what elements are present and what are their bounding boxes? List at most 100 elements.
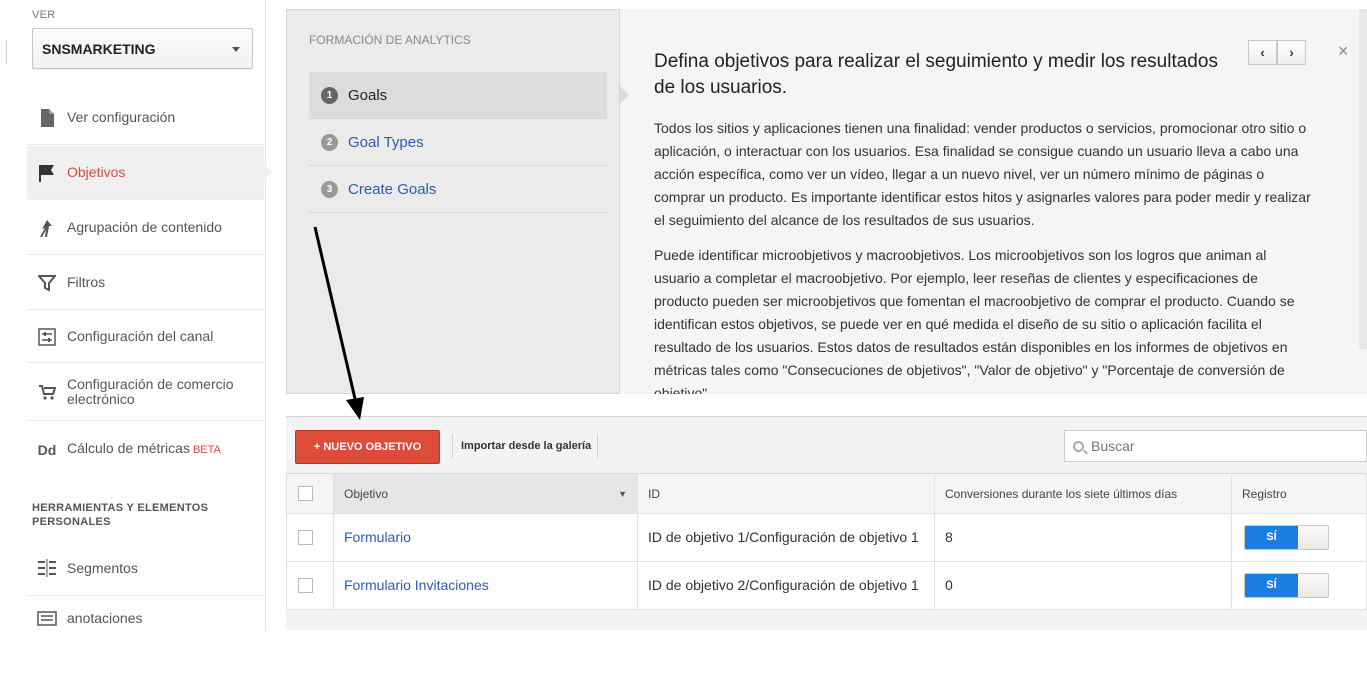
next-button[interactable]: › [1277, 40, 1306, 65]
training-paragraph: Todos los sitios y aplicaciones tienen u… [654, 120, 1311, 228]
divider [597, 434, 598, 458]
step-label: Goals [348, 86, 388, 104]
table-row: Formulario Invitaciones ID de objetivo 2… [286, 561, 1367, 610]
column-header-id[interactable]: ID [637, 473, 935, 514]
toggle-off-area [1298, 574, 1328, 597]
person-walking-icon [27, 219, 67, 237]
nav-item-ecommerce-settings[interactable]: Configuración de comercio electrónico [27, 364, 264, 421]
nav-item-label: Agrupación de contenido [67, 219, 222, 235]
document-icon [27, 108, 67, 127]
dd-icon: Dd [27, 442, 67, 458]
table-header-row: Objetivo ▼ ID Conversiones durante los s… [286, 473, 1367, 514]
analytics-training-panel: FORMACIÓN DE ANALYTICS 1 Goals 2 Goal Ty… [286, 9, 1367, 394]
annotation-icon [27, 611, 67, 627]
prev-button[interactable]: ‹ [1248, 40, 1277, 65]
chevron-down-icon [232, 47, 240, 52]
step-label: Goal Types [348, 133, 424, 151]
column-header-conversions[interactable]: Conversiones durante los siete últimos d… [934, 473, 1232, 514]
nav-item-calculated-metrics[interactable]: Dd Cálculo de métricas BETA [27, 422, 264, 477]
nav-item-label: Ver configuración [67, 109, 176, 125]
toggle-on-label: SÍ [1245, 574, 1298, 597]
nav-item-goals[interactable]: Objetivos [27, 146, 272, 200]
recording-toggle[interactable]: SÍ [1244, 525, 1329, 550]
nav-item-label-text: Cálculo de métricas [67, 440, 190, 456]
flag-icon [27, 164, 67, 182]
nav-item-content-grouping[interactable]: Agrupación de contenido [27, 201, 264, 255]
recording-toggle[interactable]: SÍ [1244, 573, 1329, 598]
import-gallery-link[interactable]: Importar desde la galería [461, 440, 591, 452]
column-header-label: Objetivo [344, 486, 389, 501]
training-title: FORMACIÓN DE ANALYTICS [309, 33, 471, 47]
training-pager: ‹ › [1248, 40, 1306, 65]
goals-section: + NUEVO OBJETIVO Importar desde la galer… [286, 416, 1367, 630]
select-all-cell [286, 473, 334, 514]
view-label: VER [32, 9, 56, 21]
row-select-cell [286, 561, 334, 610]
training-heading: Defina objetivos para realizar el seguim… [654, 51, 1218, 98]
view-selector[interactable]: SNSMARKETING [32, 28, 253, 69]
goal-recording-cell: SÍ [1231, 561, 1367, 610]
goal-conversions-cell: 8 [934, 513, 1232, 562]
goals-table: Objetivo ▼ ID Conversiones durante los s… [286, 473, 1367, 610]
beta-badge: BETA [192, 444, 221, 456]
training-content: Defina objetivos para realizar el seguim… [619, 9, 1367, 394]
nav-item-label: anotaciones [67, 610, 143, 626]
training-steps: 1 Goals 2 Goal Types 3 Create Goals [309, 72, 607, 213]
row-checkbox[interactable] [298, 578, 313, 593]
nav-item-filters[interactable]: Filtros [27, 256, 264, 310]
goal-name-cell: Formulario Invitaciones [333, 561, 638, 610]
goal-id-cell: ID de objetivo 2/Configuración de objeti… [637, 561, 935, 610]
nav-item-label: Segmentos [67, 559, 138, 576]
close-icon[interactable]: × [1338, 41, 1349, 62]
search-box [1064, 430, 1367, 462]
training-step-create-goals[interactable]: 3 Create Goals [309, 166, 607, 213]
step-number: 2 [321, 133, 338, 151]
column-header-objetivo[interactable]: Objetivo ▼ [333, 473, 638, 514]
nav-item-annotations[interactable]: anotaciones [27, 597, 264, 630]
toggle-on-label: SÍ [1245, 526, 1298, 549]
goal-id-cell: ID de objetivo 1/Configuración de objeti… [637, 513, 935, 562]
toggle-off-area [1298, 526, 1328, 549]
step-number: 3 [321, 180, 338, 198]
training-step-goals[interactable]: 1 Goals [309, 72, 607, 119]
cart-icon [27, 383, 67, 401]
row-select-cell [286, 513, 334, 562]
goal-name-link[interactable]: Formulario Invitaciones [344, 577, 489, 593]
nav-item-label: Cálculo de métricas BETA [67, 441, 221, 458]
nav-item-label: Filtros [67, 274, 106, 290]
nav-item-label: Objetivos [67, 164, 126, 180]
dd-icon-text: Dd [37, 441, 57, 458]
column-header-label: Registro [1242, 486, 1287, 501]
nav-item-label: Configuración de comercio electrónico [67, 376, 234, 407]
column-header-label: Conversiones durante los siete últimos d… [945, 486, 1178, 501]
step-label: Create Goals [348, 180, 437, 198]
divider [452, 434, 453, 458]
segments-icon [27, 559, 67, 577]
scrollbar[interactable] [1359, 9, 1367, 349]
search-icon [1073, 440, 1084, 452]
training-paragraph: Puede identificar microobjetivos y macro… [654, 247, 1295, 394]
filter-icon [27, 274, 67, 292]
nav-item-view-settings[interactable]: Ver configuración [27, 91, 264, 145]
section-heading: HERRAMIENTAS Y ELEMENTOS PERSONALES [32, 502, 209, 528]
goal-name-cell: Formulario [333, 513, 638, 562]
search-input[interactable] [1091, 438, 1341, 454]
table-row: Formulario ID de objetivo 1/Configuració… [286, 513, 1367, 562]
goal-conversions-cell: 0 [934, 561, 1232, 610]
nav-item-channel-settings[interactable]: Configuración del canal [27, 311, 264, 363]
goal-recording-cell: SÍ [1231, 513, 1367, 562]
new-goal-button[interactable]: + NUEVO OBJETIVO [295, 430, 440, 464]
select-all-checkbox[interactable] [298, 486, 313, 501]
training-body: Todos los sitios y aplicaciones tienen u… [654, 117, 1314, 394]
sidebar: VER SNSMARKETING Ver configuración Objet… [0, 0, 272, 630]
column-header-registro[interactable]: Registro [1231, 473, 1367, 514]
view-selector-value: SNSMARKETING [42, 41, 156, 57]
nav-item-segments[interactable]: Segmentos [27, 541, 264, 596]
step-number: 1 [321, 86, 338, 104]
channel-settings-icon [27, 327, 67, 346]
column-header-label: ID [648, 486, 660, 501]
row-checkbox[interactable] [298, 530, 313, 545]
goal-name-link[interactable]: Formulario [344, 529, 411, 545]
sort-arrow-icon: ▼ [618, 488, 627, 499]
training-step-goal-types[interactable]: 2 Goal Types [309, 119, 607, 166]
